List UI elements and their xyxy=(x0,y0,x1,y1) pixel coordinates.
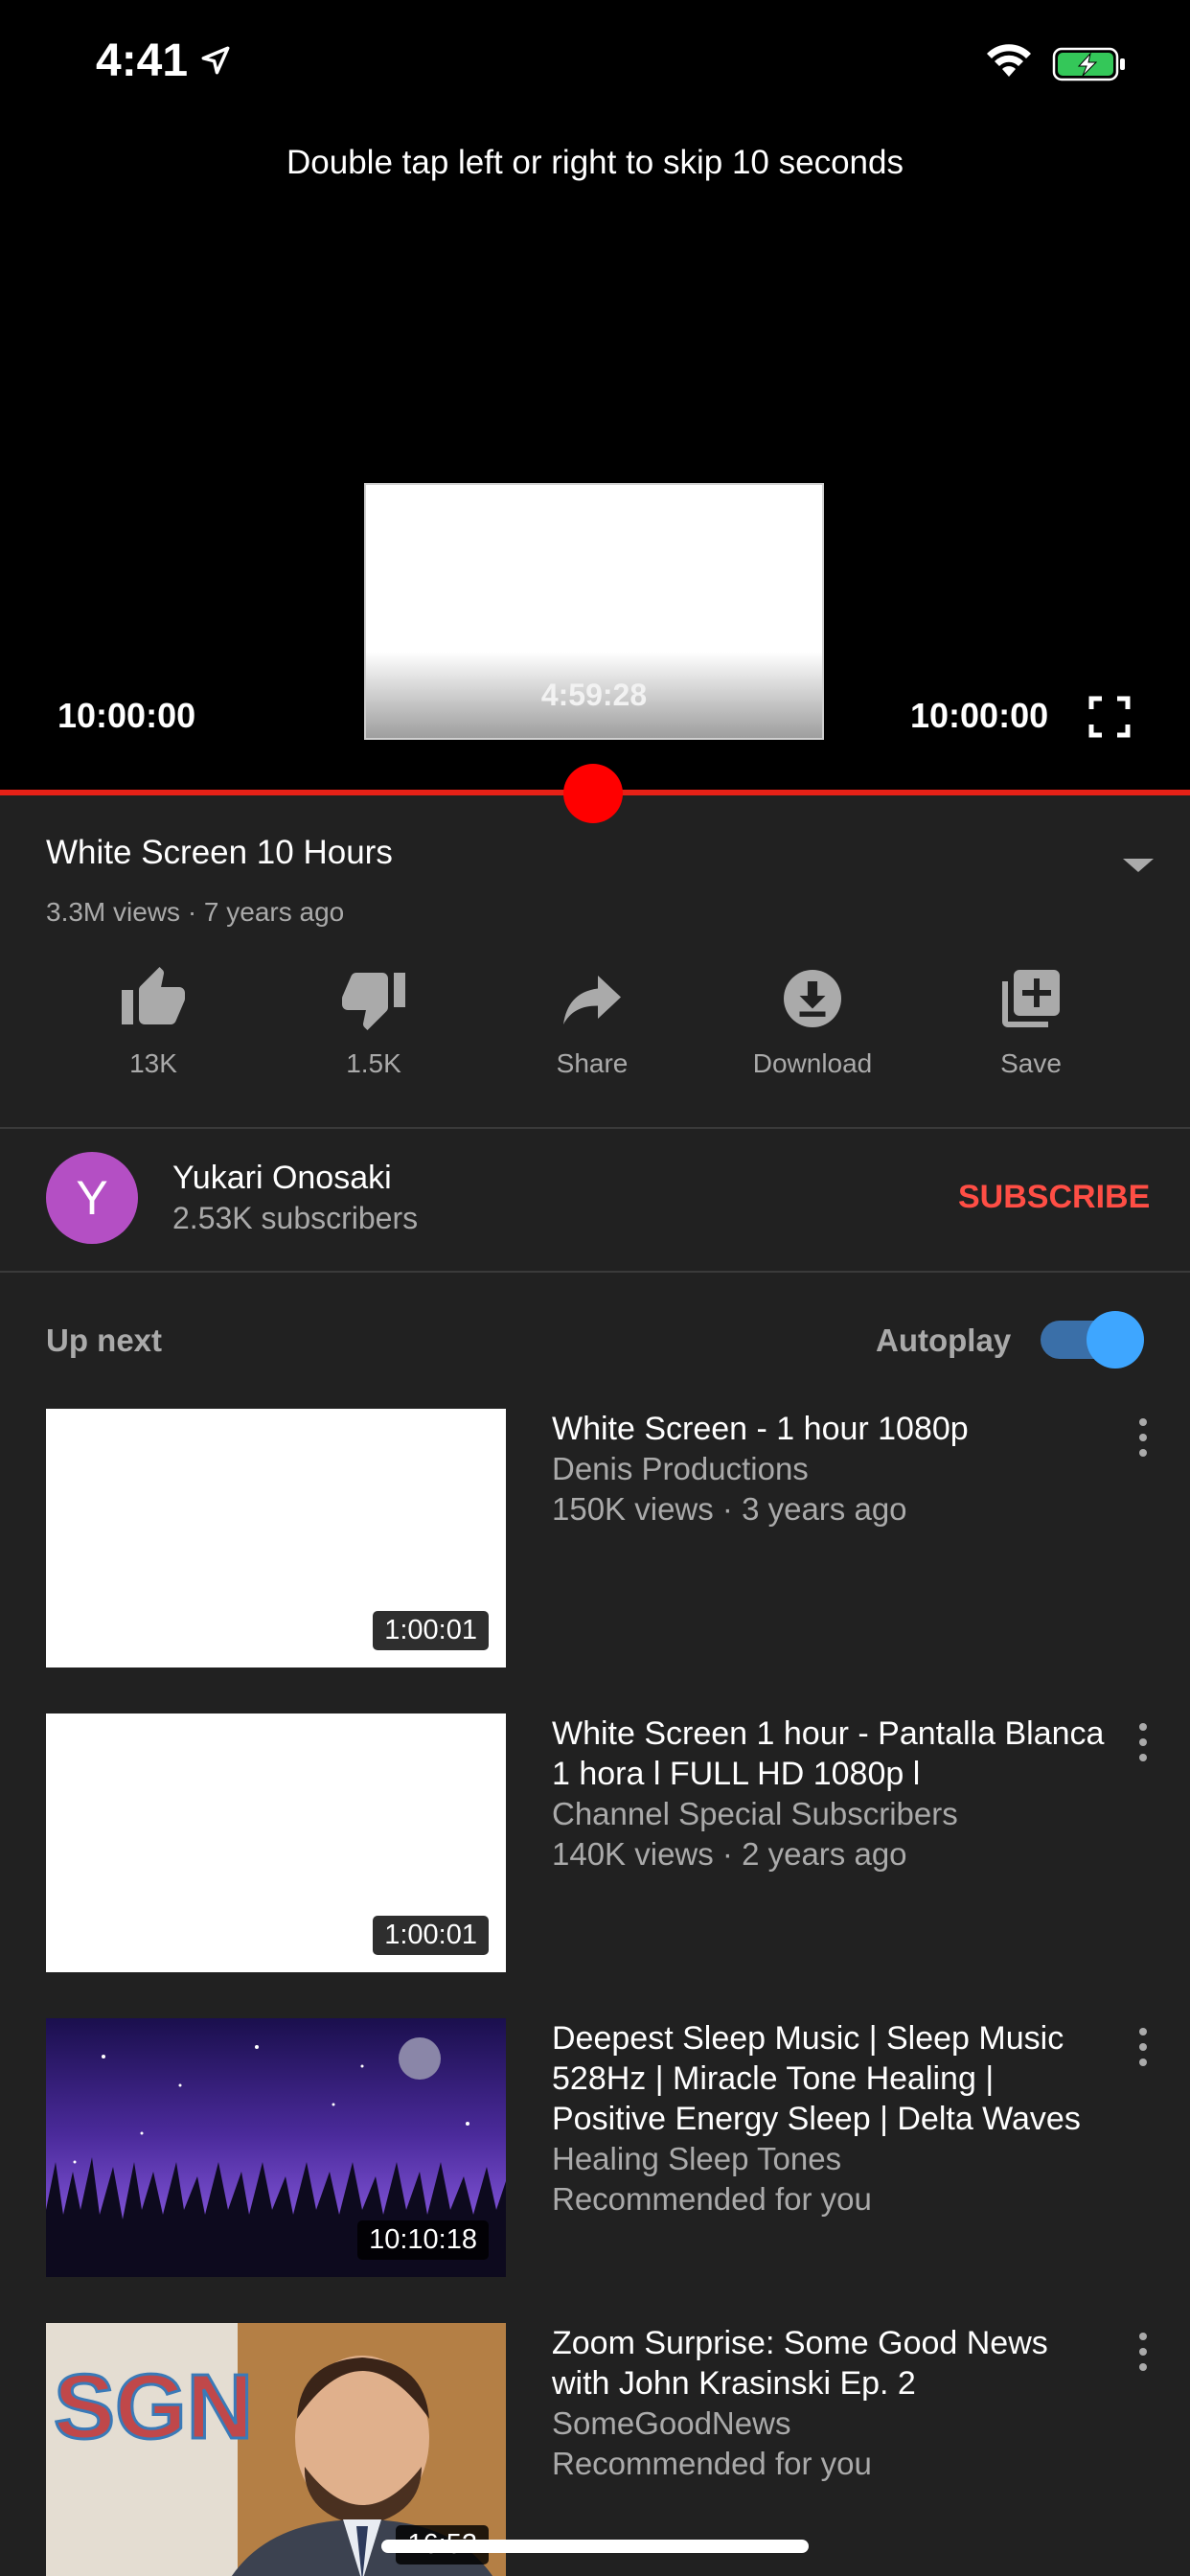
video-thumbnail[interactable]: 1:00:01 xyxy=(46,1714,506,1972)
scrubber-handle[interactable] xyxy=(563,764,623,823)
up-next-info: Recommended for you xyxy=(552,2446,872,2481)
autoplay-label: Autoplay xyxy=(876,1322,1012,1358)
fullscreen-icon[interactable] xyxy=(1088,696,1131,738)
up-next-channel: SomeGoodNews xyxy=(552,2405,791,2441)
up-next-video-title[interactable]: Zoom Surprise: Some Good News with John … xyxy=(552,2323,1108,2404)
up-next-video-title[interactable]: White Screen 1 hour - Pantalla Blanca 1 … xyxy=(552,1714,1108,1794)
save-button[interactable]: Save xyxy=(945,964,1117,1079)
home-indicator[interactable] xyxy=(381,2540,809,2553)
up-next-item[interactable]: 10:10:18 Deepest Sleep Music | Sleep Mus… xyxy=(0,2018,1190,2277)
video-thumbnail[interactable]: 1:00:01 xyxy=(46,1409,506,1668)
skip-hint-text: Double tap left or right to skip 10 seco… xyxy=(286,144,904,181)
save-playlist-icon xyxy=(1002,970,1060,1027)
video-thumbnail[interactable]: SGN 16:52 xyxy=(46,2323,506,2576)
seek-preview-thumbnail: 4:59:28 xyxy=(364,483,824,740)
autoplay-toggle-knob[interactable] xyxy=(1087,1311,1144,1368)
current-time: 10:00:00 xyxy=(57,696,196,735)
like-button[interactable]: 13K xyxy=(67,964,240,1079)
sgn-sign: SGN xyxy=(54,2356,253,2458)
share-icon xyxy=(563,976,621,1024)
video-player[interactable]: 4:41 Double tap left or right to skip 10… xyxy=(0,0,1190,794)
up-next-item[interactable]: 1:00:01 White Screen - 1 hour 1080p Deni… xyxy=(0,1409,1190,1668)
dislike-button[interactable]: 1.5K xyxy=(287,964,460,1079)
thumbs-down-icon xyxy=(342,973,405,1030)
up-next-info: Recommended for you xyxy=(552,2181,872,2217)
preview-timestamp: 4:59:28 xyxy=(540,678,648,712)
share-label: Share xyxy=(556,1048,629,1078)
video-views-date: 3.3M views · 7 years ago xyxy=(46,897,345,927)
wifi-icon xyxy=(987,44,1031,77)
expand-description-icon[interactable] xyxy=(1123,859,1154,872)
more-options-icon[interactable] xyxy=(1131,2026,1156,2068)
channel-subscriber-count: 2.53K subscribers xyxy=(172,1201,419,1235)
total-duration: 10:00:00 xyxy=(910,696,1049,735)
status-time: 4:41 xyxy=(96,35,189,86)
more-options-icon[interactable] xyxy=(1131,1416,1156,1459)
up-next-heading: Up next xyxy=(46,1322,163,1358)
subscribe-button[interactable]: SUBSCRIBE xyxy=(958,1179,1150,1216)
up-next-video-title[interactable]: Deepest Sleep Music | Sleep Music 528Hz … xyxy=(552,2018,1108,2139)
video-duration: 1:00:01 xyxy=(373,1916,489,1955)
up-next-channel: Healing Sleep Tones xyxy=(552,2141,842,2176)
share-button[interactable]: Share xyxy=(506,964,678,1079)
divider xyxy=(0,1271,1190,1273)
more-options-icon[interactable] xyxy=(1131,1721,1156,1763)
up-next-item[interactable]: SGN 16:52 Zoom Surprise: Some Good News … xyxy=(0,2323,1190,2576)
up-next-channel: Channel Special Subscribers xyxy=(552,1796,958,1831)
save-label: Save xyxy=(1000,1048,1062,1078)
channel-avatar[interactable]: Y xyxy=(46,1152,138,1244)
video-duration: 1:00:01 xyxy=(373,1611,489,1650)
dislike-count: 1.5K xyxy=(346,1048,401,1078)
download-button[interactable]: Download xyxy=(726,964,899,1079)
video-duration: 10:10:18 xyxy=(357,2220,489,2260)
video-thumbnail[interactable]: 10:10:18 xyxy=(46,2018,506,2277)
up-next-video-title[interactable]: White Screen - 1 hour 1080p xyxy=(552,1409,1108,1449)
divider xyxy=(0,1127,1190,1129)
up-next-channel: Denis Productions xyxy=(552,1451,809,1486)
like-count: 13K xyxy=(129,1048,177,1078)
thumbs-up-icon xyxy=(122,967,185,1024)
battery-charging-icon xyxy=(1052,47,1125,81)
download-label: Download xyxy=(752,1048,873,1078)
location-arrow-icon xyxy=(201,46,230,75)
download-icon xyxy=(784,970,841,1027)
video-title[interactable]: White Screen 10 Hours xyxy=(46,834,393,872)
up-next-info: 150K views · 3 years ago xyxy=(552,1491,907,1527)
up-next-info: 140K views · 2 years ago xyxy=(552,1836,907,1872)
more-options-icon[interactable] xyxy=(1131,2331,1156,2373)
up-next-item[interactable]: 1:00:01 White Screen 1 hour - Pantalla B… xyxy=(0,1714,1190,1972)
channel-name[interactable]: Yukari Onosaki xyxy=(172,1160,392,1197)
